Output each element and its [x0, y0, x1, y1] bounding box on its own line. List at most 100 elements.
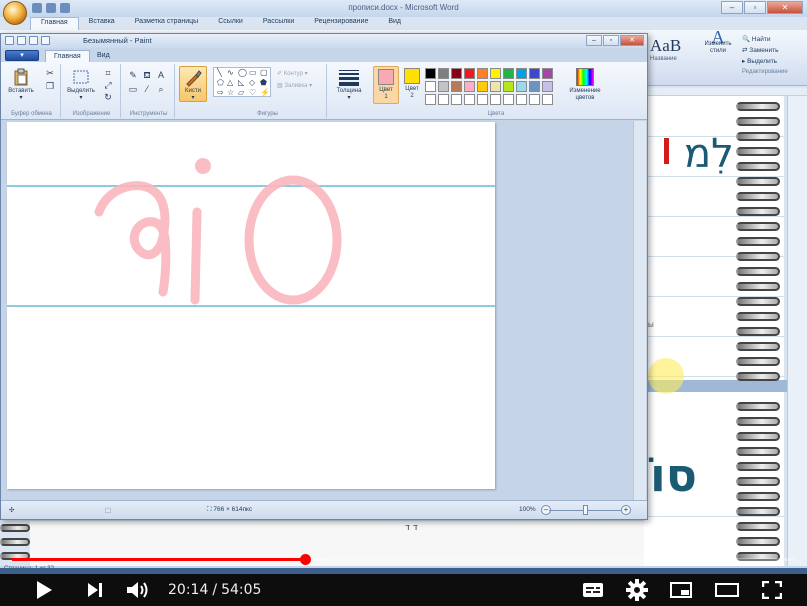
hebrew-small-text: ד ד [405, 523, 418, 533]
office-button[interactable] [3, 1, 27, 25]
pencil-icon[interactable]: ✎ [128, 70, 138, 80]
paint-minimize-button[interactable]: – [586, 35, 602, 46]
fill-label: Заливка [284, 83, 308, 89]
star-shape-icon[interactable]: ☆ [227, 88, 234, 97]
right-triangle-shape-icon[interactable]: ◺ [238, 78, 244, 87]
paint-file-menu-button[interactable]: ▾ [5, 50, 39, 61]
word-tab-review[interactable]: Рецензирование [304, 17, 378, 30]
spiral-ring [736, 477, 780, 486]
holam-dot [195, 158, 211, 174]
paint-titlebar: Безымянный - Paint – ▫ ✕ [1, 34, 647, 48]
spiral-ring [736, 492, 780, 501]
selection-size-icon: ⬚ [105, 507, 112, 514]
heart-shape-icon[interactable]: ♡ [249, 88, 256, 97]
copy-icon[interactable]: ❐ [45, 81, 55, 91]
close-button[interactable]: ✕ [767, 1, 803, 14]
redo-icon[interactable] [41, 36, 50, 45]
maximize-button[interactable]: ▫ [744, 1, 766, 14]
spiral-ring [736, 372, 780, 381]
oval-shape-icon[interactable]: ◯ [238, 68, 247, 77]
drawing-canvas[interactable] [7, 122, 495, 489]
word-title: прописи.docx - Microsoft Word [348, 3, 459, 12]
word-tab-home[interactable]: Главная [30, 17, 79, 30]
zoom-slider-thumb[interactable] [583, 505, 588, 515]
pink-handwriting [94, 158, 342, 305]
scrubber-handle[interactable] [299, 554, 311, 565]
change-styles-button[interactable]: A Изменить стили [700, 28, 736, 55]
word-vertical-scrollbar[interactable] [787, 96, 807, 566]
word-tab-insert[interactable]: Вставка [79, 17, 125, 30]
resize-icon[interactable]: ⤢ [103, 80, 113, 90]
video-progress-bar[interactable] [12, 558, 795, 561]
rotate-icon[interactable]: ↻ [103, 92, 113, 102]
undo-icon[interactable] [29, 36, 38, 45]
pentagon-shape-icon[interactable]: ⬟ [260, 78, 267, 87]
spiral-ring [736, 282, 780, 291]
settings-button[interactable] [623, 578, 651, 602]
rectangle-shape-icon[interactable]: ▭ [249, 68, 257, 77]
next-button[interactable] [82, 578, 108, 602]
tools-group: ✎ ⛾ A ▭ ⁄ ⌕ Инструменты [123, 64, 175, 118]
find-button[interactable]: 🔍 Найти [742, 34, 788, 45]
line-shape-icon[interactable]: ╲ [217, 68, 222, 77]
fill-bucket-icon[interactable]: ⛾ [142, 70, 152, 80]
select-button[interactable]: Выделить ▾ [65, 66, 97, 104]
polygon-shape-icon[interactable]: ⬠ [217, 78, 224, 87]
paint-tab-home[interactable]: Главная [45, 50, 90, 62]
arrow-shape-icon[interactable]: ⇨ [217, 88, 224, 97]
doc-small-text: ы [648, 320, 654, 329]
theater-mode-button[interactable] [713, 578, 741, 602]
volume-button[interactable] [124, 578, 152, 602]
word-tab-layout[interactable]: Разметка страницы [125, 17, 209, 30]
shape-outline-button[interactable]: ✐ Контур ▾ [277, 68, 312, 80]
word-tab-mailings[interactable]: Рассылки [253, 17, 304, 30]
paste-button[interactable]: Вставить ▾ [5, 66, 37, 104]
clipboard-group-label: Буфер обмена [11, 111, 52, 117]
brushes-button[interactable]: Кисти ▾ [179, 66, 207, 102]
replace-button[interactable]: ⇄ Заменить [742, 45, 788, 56]
word-tab-view[interactable]: Вид [378, 17, 411, 30]
shapes-gallery[interactable]: ╲ ∿ ◯ ▭ ▢ ⬠ △ ◺ ◇ ⬟ ⇨ ☆ ▱ ♡ ⚡ [213, 67, 271, 97]
theater-icon [715, 583, 739, 597]
spiral-ring [736, 192, 780, 201]
paint-close-button[interactable]: ✕ [620, 35, 644, 46]
spiral-ring [736, 237, 780, 246]
paint-tab-view[interactable]: Вид [89, 50, 118, 62]
paint-workspace [1, 121, 647, 500]
paint-title: Безымянный - Paint [83, 36, 152, 45]
save-icon[interactable] [17, 36, 26, 45]
subtitles-button[interactable] [579, 578, 607, 602]
spiral-ring [736, 327, 780, 336]
select-rectangle-icon [73, 70, 89, 84]
select-button[interactable]: ▸ Выделить [742, 56, 788, 67]
eraser-icon[interactable]: ▭ [128, 84, 138, 94]
spiral-ring [736, 132, 780, 141]
paint-maximize-button[interactable]: ▫ [603, 35, 619, 46]
chevron-down-icon: ▾ [347, 95, 351, 101]
magnifier-icon[interactable]: ⌕ [156, 84, 166, 94]
word-tab-references[interactable]: Ссылки [208, 17, 253, 30]
fullscreen-button[interactable] [758, 578, 786, 602]
thickness-button[interactable]: Толщина ▾ [333, 66, 365, 102]
color-picker-icon[interactable]: ⁄ [142, 84, 152, 94]
text-tool-icon[interactable]: A [156, 70, 166, 80]
crop-icon[interactable]: ⌗ [103, 68, 113, 78]
paint-vertical-scrollbar[interactable] [633, 121, 646, 500]
callout-shape-icon[interactable]: ▱ [238, 88, 244, 97]
shape-fill-button[interactable]: ▨ Заливка ▾ [277, 80, 312, 92]
triangle-shape-icon[interactable]: △ [227, 78, 233, 87]
rounded-rect-shape-icon[interactable]: ▢ [260, 68, 268, 77]
zoom-in-button[interactable]: + [621, 505, 631, 515]
miniplayer-button[interactable] [667, 578, 695, 602]
paint-app-icon[interactable] [5, 36, 14, 45]
style-title-button[interactable]: AaB Название [650, 36, 686, 72]
subtitles-icon [583, 583, 603, 597]
lightning-shape-icon[interactable]: ⚡ [260, 88, 270, 97]
minimize-button[interactable]: – [721, 1, 743, 14]
hebrew-letter-stroke [94, 181, 171, 297]
change-styles-label-1: Изменить [704, 41, 732, 47]
curve-shape-icon[interactable]: ∿ [227, 68, 234, 77]
cut-icon[interactable]: ✂ [45, 68, 55, 78]
diamond-shape-icon[interactable]: ◇ [249, 78, 255, 87]
play-button[interactable] [30, 578, 58, 602]
